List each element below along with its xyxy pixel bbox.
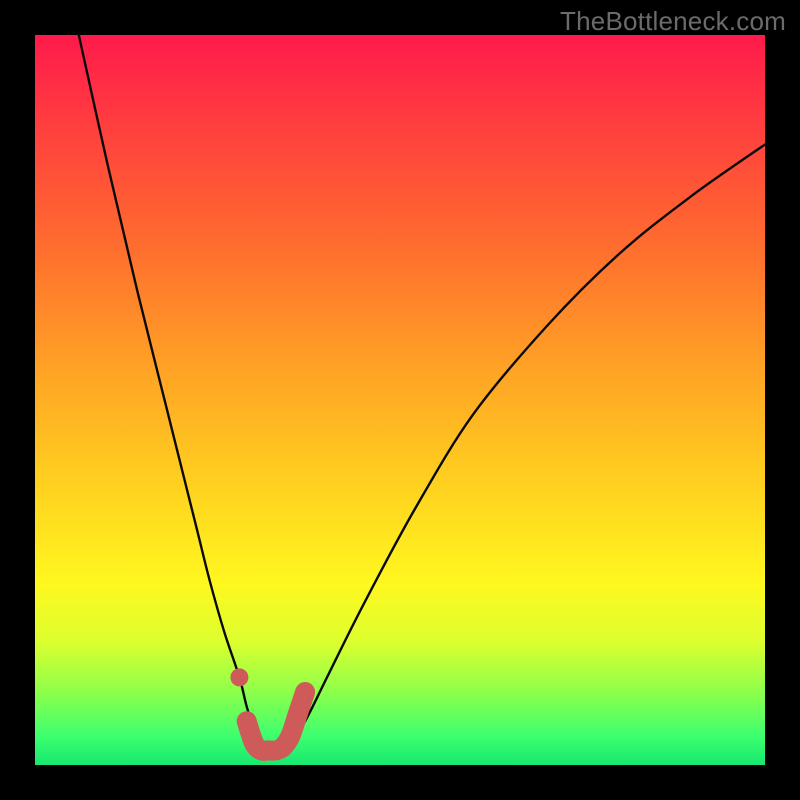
trough-marker-dot bbox=[230, 668, 248, 686]
curves-svg bbox=[35, 35, 765, 765]
watermark-text: TheBottleneck.com bbox=[560, 6, 786, 37]
chart-frame: TheBottleneck.com bbox=[0, 0, 800, 800]
plot-area bbox=[35, 35, 765, 765]
bottleneck-curve bbox=[79, 35, 765, 751]
trough-marker bbox=[247, 692, 305, 751]
